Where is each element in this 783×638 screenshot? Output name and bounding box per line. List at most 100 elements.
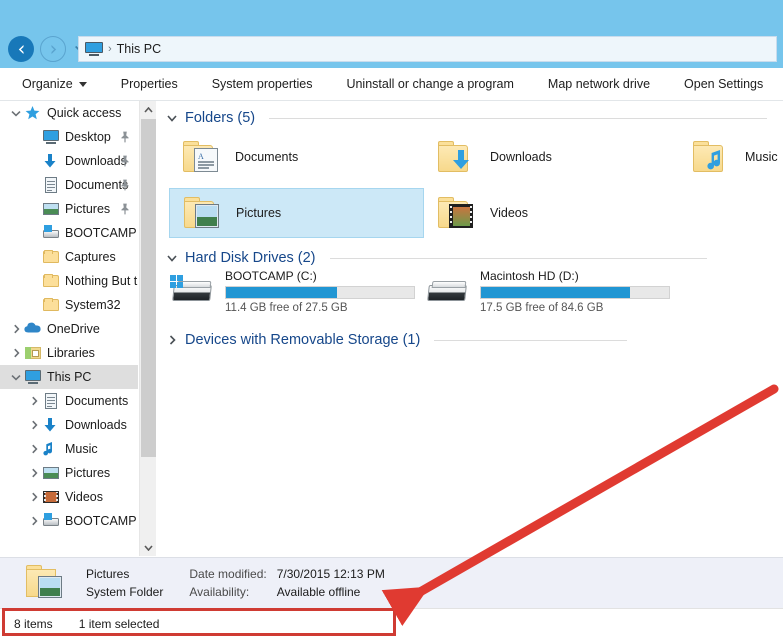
system-properties-button[interactable]: System properties bbox=[202, 68, 323, 101]
forward-button[interactable] bbox=[40, 36, 66, 62]
back-button[interactable] bbox=[8, 36, 34, 62]
folder-tile-videos[interactable]: Videos bbox=[424, 188, 679, 238]
drive-tile-macintosh-hd-d[interactable]: Macintosh HD (D:) 17.5 GB free of 84.6 G… bbox=[424, 269, 670, 314]
sidebar-item-label: Music bbox=[65, 442, 98, 456]
drive-tile-bootcamp-c[interactable]: BOOTCAMP (C:) 11.4 GB free of 27.5 GB bbox=[169, 269, 415, 314]
chevron-right-icon[interactable] bbox=[26, 444, 42, 454]
drive-name: Macintosh HD (D:) bbox=[480, 269, 579, 283]
pc-icon bbox=[24, 369, 42, 385]
status-selection-count: 1 item selected bbox=[78, 616, 160, 631]
chevron-right-icon[interactable] bbox=[26, 468, 42, 478]
folder-icon bbox=[42, 249, 60, 265]
sidebar-item-onedrive[interactable]: OneDrive bbox=[0, 317, 138, 341]
chevron-right-icon[interactable] bbox=[8, 324, 24, 334]
scrollbar-thumb[interactable] bbox=[141, 119, 156, 457]
pin-icon[interactable] bbox=[120, 179, 130, 191]
sidebar-item-label: Nothing But the bbox=[65, 274, 138, 288]
group-header-hard-disk-drives[interactable]: Hard Disk Drives (2) bbox=[157, 245, 717, 271]
details-date-modified-value: 7/30/2015 12:13 PM bbox=[276, 567, 385, 581]
sidebar-item-label: Documents bbox=[65, 394, 129, 408]
pin-icon[interactable] bbox=[120, 155, 130, 167]
folder-tile-music[interactable]: Music bbox=[679, 132, 783, 182]
map-network-drive-button[interactable]: Map network drive bbox=[538, 68, 660, 101]
chevron-right-icon[interactable] bbox=[8, 348, 24, 358]
group-title-removable-storage: Devices with Removable Storage (1) bbox=[185, 332, 421, 348]
sidebar-item-label: Downloads bbox=[65, 418, 127, 432]
chevron-down-icon bbox=[78, 81, 87, 87]
file-explorer-window: › This PC Organize Properties System pro… bbox=[0, 0, 783, 638]
pictures-icon bbox=[42, 201, 60, 217]
folder-tile-pictures[interactable]: Pictures bbox=[169, 188, 424, 238]
document-icon bbox=[42, 177, 60, 193]
sidebar-item-bootcamp-c[interactable]: BOOTCAMP (C:) bbox=[0, 221, 138, 245]
folder-downloads-icon bbox=[438, 139, 480, 175]
sidebar-item-label: Videos bbox=[65, 490, 103, 504]
sidebar-item-pictures[interactable]: Pictures bbox=[0, 197, 138, 221]
chevron-down-icon[interactable] bbox=[165, 114, 179, 122]
drive-icon bbox=[42, 513, 60, 529]
star-icon bbox=[24, 105, 42, 121]
sidebar-item-captures[interactable]: Captures bbox=[0, 245, 138, 269]
folder-tile-documents[interactable]: A Documents bbox=[169, 132, 424, 182]
sidebar-item-label: Documents bbox=[65, 178, 129, 192]
drive-icon bbox=[42, 225, 60, 241]
downloads-icon bbox=[42, 417, 60, 433]
sidebar-item-videos[interactable]: Videos bbox=[0, 485, 138, 509]
uninstall-change-program-button[interactable]: Uninstall or change a program bbox=[336, 68, 523, 101]
chevron-down-icon[interactable] bbox=[165, 254, 179, 262]
sidebar-item-documents[interactable]: Documents bbox=[0, 389, 138, 413]
chevron-right-icon[interactable] bbox=[165, 335, 179, 345]
downloads-icon bbox=[42, 153, 60, 169]
chevron-right-icon[interactable] bbox=[26, 516, 42, 526]
sidebar-item-libraries[interactable]: Libraries bbox=[0, 341, 138, 365]
group-divider bbox=[269, 117, 767, 119]
chevron-right-icon[interactable] bbox=[26, 396, 42, 406]
sidebar-item-desktop[interactable]: Desktop bbox=[0, 125, 138, 149]
folder-label: Music bbox=[745, 150, 778, 164]
folder-music-icon bbox=[693, 139, 735, 175]
folder-label: Videos bbox=[490, 206, 528, 220]
chevron-down-icon[interactable] bbox=[8, 374, 24, 381]
chevron-right-icon[interactable] bbox=[26, 420, 42, 430]
details-pane: Pictures Date modified: 7/30/2015 12:13 … bbox=[0, 557, 783, 608]
properties-button[interactable]: Properties bbox=[111, 68, 188, 101]
sidebar-item-system32[interactable]: System32 bbox=[0, 293, 138, 317]
drive-free-space: 11.4 GB free of 27.5 GB bbox=[225, 302, 348, 314]
breadcrumb-this-pc[interactable]: This PC bbox=[117, 42, 161, 56]
chevron-right-icon[interactable] bbox=[26, 492, 42, 502]
group-header-removable-storage[interactable]: Devices with Removable Storage (1) bbox=[157, 327, 637, 353]
folder-tile-downloads[interactable]: Downloads bbox=[424, 132, 679, 182]
address-bar[interactable]: › This PC bbox=[78, 36, 777, 62]
organize-button[interactable]: Organize bbox=[12, 68, 97, 101]
scroll-up-arrow-icon[interactable] bbox=[140, 101, 157, 118]
sidebar-item-music[interactable]: Music bbox=[0, 437, 138, 461]
navigation-pane[interactable]: Quick access Desktop Downloads Documents Pic… bbox=[0, 101, 138, 556]
open-settings-button[interactable]: Open Settings bbox=[674, 68, 773, 101]
sidebar-item-quick-access[interactable]: Quick access bbox=[0, 101, 138, 125]
sidebar-item-documents[interactable]: Documents bbox=[0, 173, 138, 197]
sidebar-item-this-pc[interactable]: This PC bbox=[0, 365, 138, 389]
chevron-down-icon[interactable] bbox=[8, 110, 24, 117]
folder-icon bbox=[42, 273, 60, 289]
group-divider bbox=[329, 257, 707, 259]
status-item-count: 8 items bbox=[14, 616, 53, 631]
details-availability-value: Available offline bbox=[276, 585, 361, 599]
group-header-folders[interactable]: Folders (5) bbox=[157, 105, 777, 131]
details-item-type: System Folder bbox=[86, 585, 164, 599]
pin-icon[interactable] bbox=[120, 131, 130, 143]
sidebar-item-pictures[interactable]: Pictures bbox=[0, 461, 138, 485]
content-pane[interactable]: Folders (5) A Documents Downloads Music … bbox=[157, 101, 783, 556]
sidebar-item-nothing-but-the[interactable]: Nothing But the bbox=[0, 269, 138, 293]
details-table: Pictures Date modified: 7/30/2015 12:13 … bbox=[86, 567, 385, 599]
document-icon bbox=[42, 393, 60, 409]
status-bar: 8 items 1 item selected bbox=[0, 608, 783, 638]
navigation-scrollbar[interactable] bbox=[139, 101, 156, 556]
sidebar-item-bootcamp-c[interactable]: BOOTCAMP (C:) bbox=[0, 509, 138, 533]
music-icon bbox=[42, 441, 60, 457]
sidebar-item-label: System32 bbox=[65, 298, 121, 312]
sidebar-item-label: Pictures bbox=[65, 202, 111, 216]
sidebar-item-downloads[interactable]: Downloads bbox=[0, 149, 138, 173]
sidebar-item-downloads[interactable]: Downloads bbox=[0, 413, 138, 437]
pin-icon[interactable] bbox=[120, 203, 130, 215]
scroll-down-arrow-icon[interactable] bbox=[140, 539, 157, 556]
